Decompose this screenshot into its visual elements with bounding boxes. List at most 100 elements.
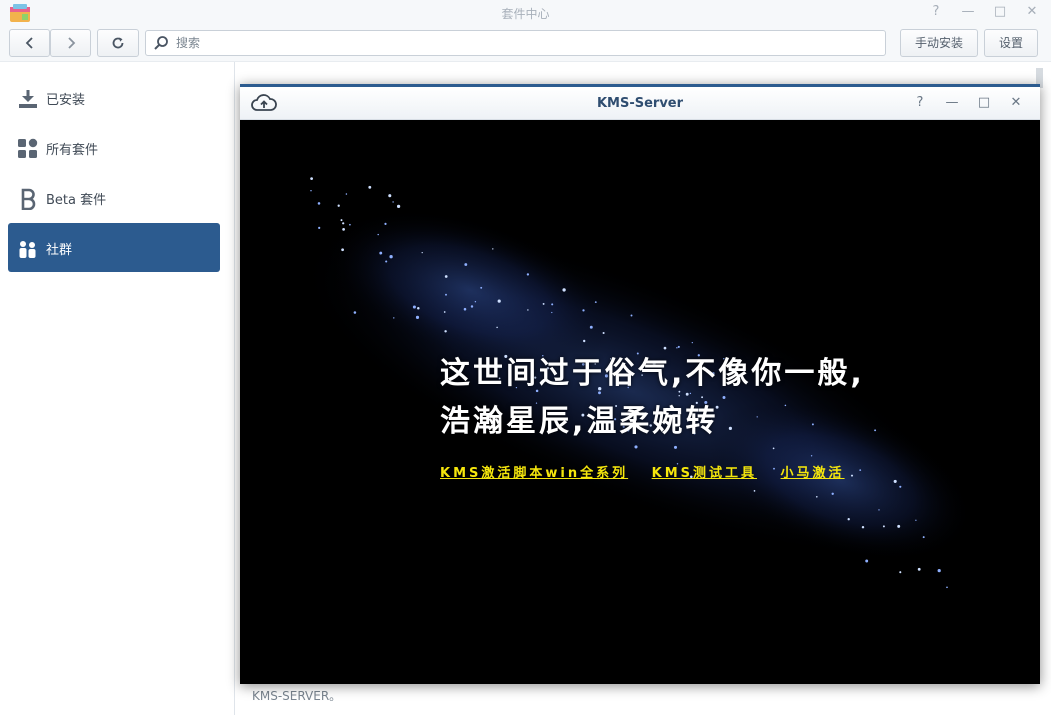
sidebar-item-label: 已安装 <box>46 93 86 108</box>
help-button[interactable]: ? <box>926 3 946 21</box>
forward-button[interactable] <box>50 29 91 57</box>
star <box>379 251 383 255</box>
star <box>417 307 420 310</box>
star <box>874 429 877 432</box>
star <box>444 275 448 278</box>
sidebar-item-beta[interactable]: Beta 套件 <box>8 173 220 222</box>
sidebar-item-label: 所有套件 <box>46 143 99 158</box>
star <box>393 317 395 319</box>
star <box>602 331 605 335</box>
search-box[interactable] <box>145 30 886 56</box>
star <box>368 185 372 189</box>
star <box>353 311 357 314</box>
star <box>497 299 501 303</box>
star <box>444 330 447 333</box>
kms-server-window: KMS-Server ? — □ ✕ 这世间过于俗气,不像你一般, 浩瀚星辰,温… <box>240 84 1040 684</box>
star <box>594 301 597 304</box>
search-input[interactable] <box>176 34 876 52</box>
sidebar-item-installed[interactable]: 已安装 <box>8 73 220 122</box>
kms-test-tool-link[interactable]: KMS测试工具 <box>652 466 757 481</box>
star <box>583 339 586 343</box>
star <box>385 260 388 263</box>
star <box>630 314 633 317</box>
star <box>865 559 869 563</box>
popup-help-button[interactable]: ? <box>910 94 930 112</box>
chevron-right-icon <box>67 37 75 49</box>
sidebar: 已安装 所有套件 Beta 套件 社群 <box>0 62 235 715</box>
star <box>317 202 321 205</box>
star <box>810 455 813 457</box>
star <box>691 341 693 344</box>
star <box>341 248 344 252</box>
sidebar-item-community[interactable]: 社群 <box>8 223 220 272</box>
poem-text: 这世间过于俗气,不像你一般, 浩瀚星辰,温柔婉转 <box>440 350 865 446</box>
xiaoma-activation-link[interactable]: 小马激活 <box>781 466 845 481</box>
star <box>562 288 566 292</box>
toolbar: 手动安装 设置 <box>0 26 1051 62</box>
star <box>526 273 530 276</box>
star <box>677 345 680 348</box>
star <box>349 223 351 226</box>
star <box>342 222 345 225</box>
star <box>496 326 498 329</box>
download-icon <box>19 90 37 108</box>
star <box>384 222 387 225</box>
star <box>589 325 593 329</box>
refresh-button[interactable] <box>97 29 139 57</box>
star <box>897 524 901 528</box>
star <box>673 445 678 449</box>
star <box>917 567 921 571</box>
chevron-left-icon <box>25 37 33 49</box>
popup-close-button[interactable]: ✕ <box>1006 94 1026 112</box>
search-icon <box>154 36 168 50</box>
community-icon <box>19 241 36 258</box>
link-row: KMS激活脚本win全系列 KMS测试工具 小马激活 <box>440 462 861 481</box>
star <box>463 307 467 311</box>
star <box>878 509 880 511</box>
sidebar-item-label: 社群 <box>46 243 73 258</box>
star <box>415 315 420 319</box>
star <box>464 263 468 266</box>
popup-minimize-button[interactable]: — <box>942 94 962 112</box>
star <box>421 251 423 254</box>
star <box>445 293 447 296</box>
star <box>310 189 312 192</box>
minimize-button[interactable]: — <box>958 3 978 21</box>
manual-install-button[interactable]: 手动安装 <box>900 29 978 57</box>
star <box>893 479 897 483</box>
star <box>337 204 340 207</box>
close-button[interactable]: ✕ <box>1022 3 1042 21</box>
back-button[interactable] <box>9 29 50 57</box>
maximize-button[interactable]: □ <box>990 3 1010 21</box>
sidebar-item-all-packages[interactable]: 所有套件 <box>8 123 220 172</box>
star <box>388 194 392 198</box>
kms-script-link[interactable]: KMS激活脚本win全系列 <box>440 466 628 481</box>
web-content: 这世间过于俗气,不像你一般, 浩瀚星辰,温柔婉转 KMS激活脚本win全系列 K… <box>240 120 1040 684</box>
settings-button[interactable]: 设置 <box>984 29 1038 57</box>
star <box>345 193 348 195</box>
star <box>480 286 483 289</box>
star <box>412 305 416 309</box>
window-title: 套件中心 <box>501 7 550 21</box>
star <box>861 525 865 529</box>
star <box>899 485 902 488</box>
popup-maximize-button[interactable]: □ <box>974 94 994 112</box>
window-titlebar: 套件中心 ? — □ ✕ <box>0 0 1051 26</box>
package-description-text: KMS-SERVER。 <box>252 689 342 703</box>
star <box>937 568 941 573</box>
star <box>915 519 917 521</box>
star <box>847 518 850 521</box>
star <box>342 228 345 231</box>
star <box>492 248 494 250</box>
star <box>318 226 321 229</box>
star <box>551 311 553 314</box>
refresh-icon <box>112 37 124 49</box>
star <box>443 311 446 313</box>
star <box>753 490 756 492</box>
star <box>392 201 394 203</box>
star <box>527 309 529 311</box>
star <box>542 302 545 305</box>
popup-titlebar: KMS-Server ? — □ ✕ <box>240 87 1040 120</box>
star <box>340 219 343 222</box>
star <box>676 347 678 349</box>
